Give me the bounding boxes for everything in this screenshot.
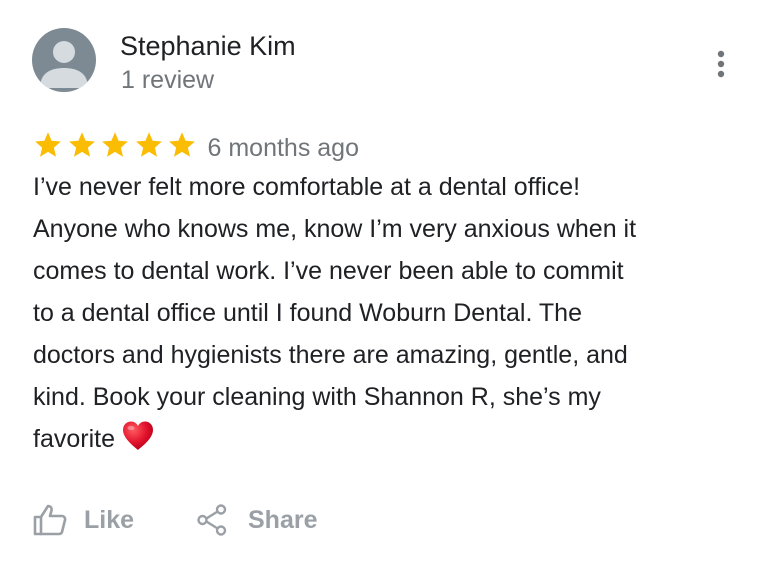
person-icon <box>40 41 88 88</box>
rating-row: 6 months ago <box>33 127 359 163</box>
review-age: 6 months ago <box>207 134 360 162</box>
star-icon <box>169 132 195 157</box>
review-text-line: Anyone who knows me, know I’m very anxio… <box>33 215 637 243</box>
author-review-count[interactable]: 1 review <box>121 64 214 96</box>
review-text-line: to a dental office until I found Woburn … <box>33 299 582 327</box>
author-avatar[interactable] <box>32 28 96 92</box>
share-label: Share <box>248 506 318 534</box>
star-icon <box>102 132 128 157</box>
three-dot-vertical-icon <box>717 50 725 78</box>
star-icon <box>135 132 162 157</box>
star-icon <box>68 132 95 157</box>
star-icon <box>35 132 61 157</box>
more-options-button[interactable] <box>706 46 736 84</box>
review-text: I’ve never felt more comfortable at a de… <box>33 166 753 460</box>
author-name[interactable]: Stephanie Kim <box>120 29 296 63</box>
review-text-line: kind. Book your cleaning with Shannon R,… <box>33 383 601 411</box>
review-text-line-last: favorite <box>33 418 753 460</box>
thumbs-up-icon <box>33 504 67 536</box>
share-icon <box>197 504 227 536</box>
review-text-line: favorite <box>33 425 115 453</box>
review-text-line: I’ve never felt more comfortable at a de… <box>33 173 581 201</box>
heart-icon <box>122 421 153 450</box>
share-button[interactable]: Share <box>196 500 317 540</box>
review-text-line: doctors and hygienists there are amazing… <box>33 341 628 369</box>
star-rating <box>33 130 201 160</box>
like-button[interactable]: Like <box>32 500 134 540</box>
review-text-line: comes to dental work. I’ve never been ab… <box>33 257 624 285</box>
like-label: Like <box>84 506 135 534</box>
